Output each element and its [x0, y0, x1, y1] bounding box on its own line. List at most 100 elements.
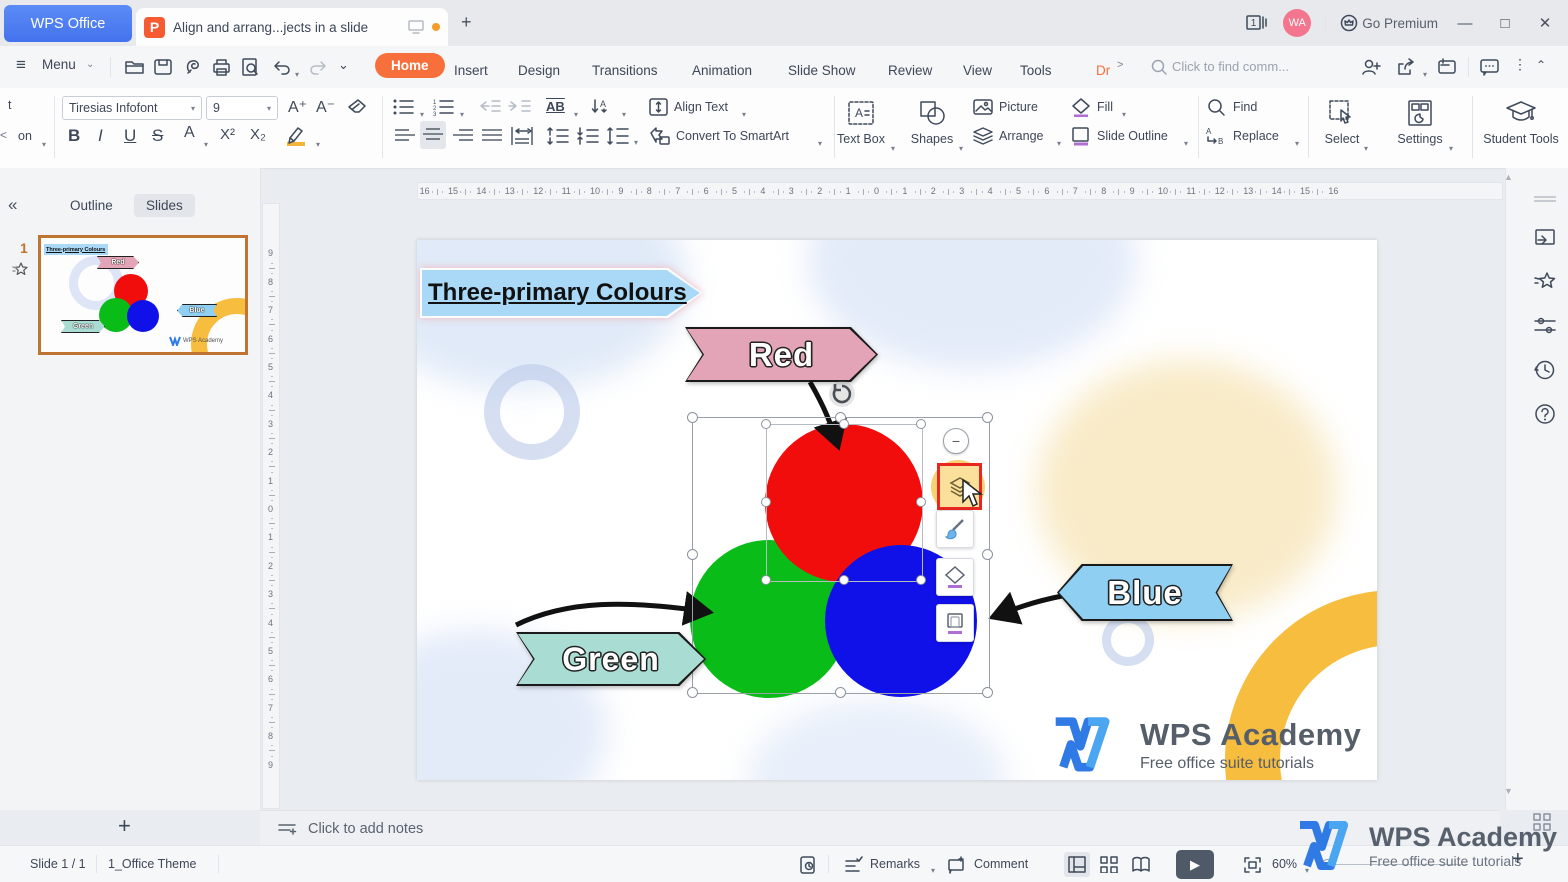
selection-handle[interactable]: [687, 412, 698, 423]
distribute-icon[interactable]: [510, 125, 534, 147]
selection-handle[interactable]: [982, 549, 993, 560]
ribbon-scroll-left-icon[interactable]: <: [0, 128, 7, 142]
open-file-icon[interactable]: [124, 57, 146, 77]
tab-design[interactable]: Design: [516, 58, 562, 83]
selection-handle[interactable]: [687, 687, 698, 698]
align-text-button[interactable]: Align Text: [674, 100, 728, 114]
select-button[interactable]: Select: [1316, 97, 1368, 146]
view-reading-icon[interactable]: [1131, 856, 1151, 873]
align-center-button-active[interactable]: [420, 121, 446, 149]
view-normal-button-active[interactable]: [1064, 852, 1090, 877]
selection-handle[interactable]: [687, 549, 698, 560]
fit-slide-icon[interactable]: [1243, 856, 1262, 874]
search-input[interactable]: Click to find comm...: [1172, 59, 1289, 74]
highlight-caret-icon[interactable]: ▾: [314, 134, 320, 152]
highlight-color-icon[interactable]: [282, 124, 310, 148]
selection-handle[interactable]: [835, 687, 846, 698]
green-label-banner[interactable]: Green: [516, 632, 706, 686]
close-button[interactable]: ✕: [1532, 14, 1558, 32]
numbered-caret-icon[interactable]: ▾: [458, 104, 464, 122]
slide-thumbnail[interactable]: Three-primary Colours Red Blue Green WPS…: [38, 235, 248, 355]
new-slide-button[interactable]: +: [118, 813, 131, 839]
vertical-ruler[interactable]: 9 8 7 6 5 4 3 2 1 0 1 2 3 4 5 6 7 8 9: [262, 203, 280, 809]
decrease-font-button[interactable]: A⁻: [316, 97, 335, 117]
undo-caret-icon[interactable]: ▾: [293, 64, 299, 82]
menu-button[interactable]: Menu: [42, 57, 76, 72]
zoom-slider[interactable]: [1318, 864, 1468, 865]
share-caret-icon[interactable]: ▾: [1421, 64, 1427, 82]
title-banner[interactable]: Three-primary Colours: [420, 268, 702, 318]
line-spacing-caret-icon[interactable]: ▾: [632, 132, 638, 150]
present-window-icon[interactable]: [1532, 226, 1558, 250]
rotate-handle-icon[interactable]: [828, 380, 856, 408]
selection-handle[interactable]: [761, 575, 771, 585]
underline-button[interactable]: U: [124, 126, 136, 146]
theme-name[interactable]: 1_Office Theme: [108, 857, 196, 871]
red-circle-selection-box[interactable]: [766, 424, 923, 582]
red-label-banner[interactable]: Red: [685, 327, 878, 382]
properties-sliders-icon[interactable]: [1532, 314, 1558, 338]
remarks-button[interactable]: Remarks: [870, 857, 920, 871]
selection-handle[interactable]: [839, 419, 849, 429]
slide-star-icon[interactable]: [11, 261, 29, 277]
selection-handle[interactable]: [761, 497, 771, 507]
collapse-panel-icon[interactable]: «: [8, 195, 17, 215]
italic-button[interactable]: I: [98, 126, 103, 146]
tab-outline[interactable]: Outline: [58, 194, 125, 217]
notes-bar[interactable]: Click to add notes: [260, 810, 1500, 846]
slide-outline-icon[interactable]: [1070, 126, 1092, 146]
text-rotate-icon[interactable]: A: [590, 97, 616, 117]
smartart-icon[interactable]: [648, 125, 672, 147]
decrease-indent-icon[interactable]: [478, 98, 502, 116]
style-brush-tool[interactable]: [936, 510, 974, 548]
strikethrough-button[interactable]: S: [152, 126, 163, 146]
text-direction-button[interactable]: AB: [546, 99, 565, 114]
picture-button[interactable]: Picture: [999, 100, 1038, 114]
bullet-list-icon[interactable]: [392, 98, 416, 116]
new-slide-corner-button[interactable]: +: [1512, 848, 1524, 871]
zoom-caret-icon[interactable]: ▾: [1303, 860, 1309, 878]
selection-handle[interactable]: [916, 497, 926, 507]
find-button[interactable]: Find: [1233, 100, 1257, 114]
new-tab-button[interactable]: +: [461, 12, 472, 33]
shapes-button[interactable]: Shapes: [902, 97, 962, 146]
share-icon[interactable]: [1395, 57, 1419, 77]
slide-canvas[interactable]: Three-primary Colours Red − Green Blue W…: [417, 240, 1377, 780]
fill-caret-icon[interactable]: ▾: [1120, 104, 1126, 122]
collapse-toolbar-button[interactable]: −: [943, 428, 969, 454]
comment-bubble-icon[interactable]: [1478, 57, 1502, 77]
blue-label-banner[interactable]: Blue: [1057, 564, 1233, 621]
align-text-icon[interactable]: [648, 97, 670, 117]
undo-icon[interactable]: [272, 58, 292, 76]
tab-drawing-tools-clipped[interactable]: Dr: [1094, 58, 1112, 83]
font-color-button[interactable]: A: [184, 124, 195, 142]
justify-icon[interactable]: [481, 127, 503, 145]
selection-handle[interactable]: [839, 575, 849, 585]
subscript-button[interactable]: X₂: [250, 126, 266, 143]
student-tools-button[interactable]: Student Tools: [1478, 97, 1564, 146]
clear-format-eraser-icon[interactable]: [346, 97, 370, 117]
tab-insert[interactable]: Insert: [452, 58, 490, 83]
align-text-caret-icon[interactable]: ▾: [740, 104, 746, 122]
task-window-icon[interactable]: [798, 855, 818, 875]
clipped-group-label-bottom[interactable]: on: [18, 129, 32, 143]
outline-color-tool[interactable]: [936, 604, 974, 642]
line-spacing-decrease-icon[interactable]: [576, 125, 600, 147]
fill-icon[interactable]: [1070, 97, 1092, 117]
tab-view[interactable]: View: [961, 58, 994, 83]
text-box-caret-icon[interactable]: ▾: [889, 138, 895, 156]
wps-office-button[interactable]: WPS Office: [4, 5, 132, 42]
avatar[interactable]: WA: [1283, 9, 1312, 37]
minimize-button[interactable]: —: [1452, 15, 1478, 32]
font-size-select[interactable]: 9 ▾: [206, 96, 278, 120]
bookmark-add-icon[interactable]: [1436, 57, 1460, 77]
selection-handle[interactable]: [916, 575, 926, 585]
replace-icon[interactable]: AB: [1204, 126, 1228, 146]
slide-outline-caret-icon[interactable]: ▾: [1182, 133, 1188, 151]
arrange-caret-icon[interactable]: ▾: [1055, 133, 1061, 151]
increase-font-button[interactable]: A⁺: [288, 97, 307, 117]
tab-transitions[interactable]: Transitions: [590, 58, 660, 83]
slide-outline-button[interactable]: Slide Outline: [1097, 129, 1168, 143]
fill-button[interactable]: Fill: [1097, 100, 1113, 114]
align-right-icon[interactable]: [452, 127, 474, 145]
